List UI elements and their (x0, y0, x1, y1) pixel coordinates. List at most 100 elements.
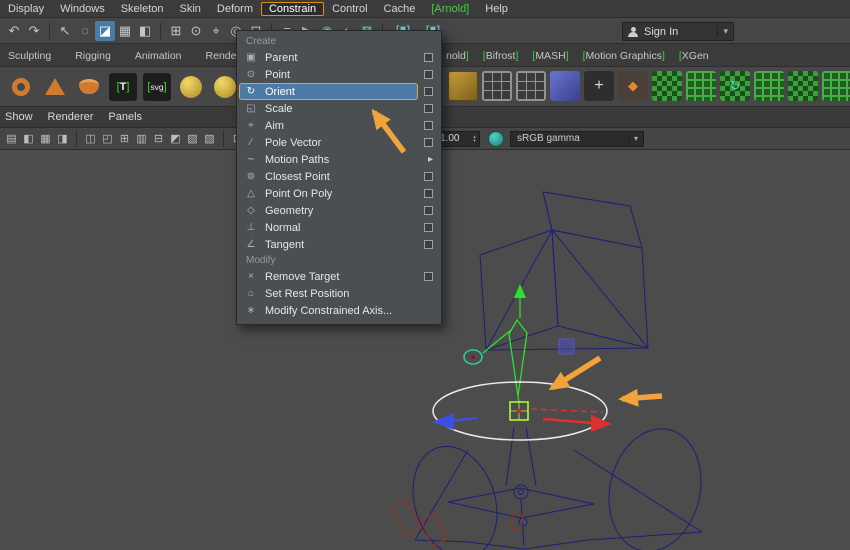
menu-item-modify-constrained-axis[interactable]: ∗ Modify Constrained Axis... (237, 302, 441, 319)
chevron-down-icon[interactable]: ▾ (717, 26, 728, 37)
bookmarks-icon[interactable]: ◨ (54, 132, 71, 145)
snap-to-point-icon[interactable]: ⌖ (206, 21, 226, 41)
option-box[interactable] (424, 223, 433, 232)
camera-attributes-icon[interactable]: ▦ (37, 132, 54, 145)
option-box[interactable] (424, 189, 433, 198)
snap-to-curve-icon[interactable]: ⊙ (186, 21, 206, 41)
shelf-icon-mash-distribute[interactable] (686, 71, 716, 101)
safe-action-icon[interactable]: ▧ (184, 132, 201, 145)
selected-joint[interactable] (510, 402, 528, 420)
shelf-icon-wire-cube[interactable] (516, 71, 546, 101)
menu-help[interactable]: Help (477, 2, 516, 16)
select-tool-icon[interactable]: ↖ (55, 21, 75, 41)
shelf-icon-add-node[interactable]: + (584, 71, 614, 101)
tab-rigging[interactable]: Rigging (75, 50, 111, 62)
two-panes-icon[interactable]: ◰ (99, 132, 116, 145)
shelf-icon-gold-cube[interactable] (448, 71, 478, 101)
shelf-icon-cylinder[interactable] (74, 72, 104, 102)
paint-select-tool-icon[interactable]: ◪ (95, 21, 115, 41)
menu-item-set-rest-position[interactable]: ⌂ Set Rest Position (237, 285, 441, 302)
menu-arnold[interactable]: [Arnold] (423, 2, 477, 16)
select-camera-icon[interactable]: ▤ (3, 132, 20, 145)
shelf-icon-blue-cube[interactable] (550, 71, 580, 101)
menu-item-normal[interactable]: ⊥ Normal (237, 219, 441, 236)
tab-xgen[interactable]: [XGen (679, 50, 709, 62)
menu-section-create: Create (237, 34, 441, 49)
option-box[interactable] (424, 87, 433, 96)
shelf-icon-mash-replicate[interactable]: ↻ (720, 71, 750, 101)
menu-item-remove-target[interactable]: × Remove Target (237, 268, 441, 285)
option-box[interactable] (424, 240, 433, 249)
lock-camera-icon[interactable]: ◧ (20, 132, 37, 145)
shelf-icon-type-tool[interactable]: [T] (108, 72, 138, 102)
menu-item-tangent[interactable]: ∠ Tangent (237, 236, 441, 253)
shelf-icon-torus[interactable] (6, 72, 36, 102)
tab-rendering[interactable]: Rende (206, 50, 237, 62)
resolution-gate-icon[interactable]: ⊟ (150, 132, 167, 145)
tab-animation[interactable]: Animation (135, 50, 182, 62)
panel-menu-show[interactable]: Show (5, 111, 33, 123)
menu-item-point-on-poly[interactable]: △ Point On Poly (237, 185, 441, 202)
spinner-icon[interactable]: ▴▾ (470, 135, 479, 143)
menu-item-geometry[interactable]: ◇ Geometry (237, 202, 441, 219)
menu-display[interactable]: Display (0, 2, 52, 16)
shelf-icon-cone[interactable] (40, 72, 70, 102)
menu-item-pole-vector[interactable]: ∕ Pole Vector (237, 134, 441, 151)
menu-item-parent[interactable]: ▣ Parent (237, 49, 441, 66)
menu-deform[interactable]: Deform (209, 2, 261, 16)
select-component-mode-icon[interactable]: ◧ (135, 21, 155, 41)
image-plane-icon[interactable]: ◫ (82, 132, 99, 145)
menu-item-scale[interactable]: ◱ Scale (237, 100, 441, 117)
view-transform-dropdown[interactable]: sRGB gamma ▾ (510, 131, 644, 147)
tab-bifrost[interactable]: [Bifrost] (483, 50, 519, 62)
shelf-icon-svg-tool[interactable]: [svg] (142, 72, 172, 102)
tab-sculpting[interactable]: Sculpting (8, 50, 51, 62)
lasso-tool-icon[interactable]: ◌ (75, 21, 95, 41)
film-gate-icon[interactable]: ▥ (133, 132, 150, 145)
shelf-icon-lattice[interactable] (482, 71, 512, 101)
menu-item-motion-paths[interactable]: ∼ Motion Paths ▸ (237, 151, 441, 168)
panel-menu-panels[interactable]: Panels (108, 111, 142, 123)
undo-icon[interactable]: ↶ (4, 21, 24, 41)
shelf-icon-mash-checker[interactable] (788, 71, 818, 101)
shelf-icon-orange-set[interactable]: ◆ (618, 71, 648, 101)
spinner-down-icon[interactable]: ▾ (473, 139, 476, 143)
option-box[interactable] (424, 121, 433, 130)
menu-cache[interactable]: Cache (376, 2, 424, 16)
menu-constrain[interactable]: Constrain (261, 2, 324, 16)
option-box[interactable] (424, 272, 433, 281)
menu-item-closest-point[interactable]: ⊚ Closest Point (237, 168, 441, 185)
shelf-icon-mash-signal[interactable] (754, 71, 784, 101)
menu-windows[interactable]: Windows (52, 2, 113, 16)
translate-x-arrow[interactable] (543, 415, 612, 432)
select-object-mode-icon[interactable]: ▦ (115, 21, 135, 41)
option-box[interactable] (424, 53, 433, 62)
grid-icon[interactable]: ⊞ (116, 132, 133, 145)
tab-motion-graphics[interactable]: [Motion Graphics] (583, 50, 665, 62)
safe-title-icon[interactable]: ▨ (201, 132, 218, 145)
sign-in-button[interactable]: Sign In ▾ (622, 22, 734, 41)
menu-skeleton[interactable]: Skeleton (113, 2, 172, 16)
redo-icon[interactable]: ↷ (24, 21, 44, 41)
tab-arnold[interactable]: nold] (446, 50, 469, 62)
option-box[interactable] (424, 104, 433, 113)
tab-mash[interactable]: [MASH] (532, 50, 568, 62)
panel-menu-renderer[interactable]: Renderer (48, 111, 94, 123)
snap-to-grid-icon[interactable]: ⊞ (166, 21, 186, 41)
menu-item-orient[interactable]: ↻ Orient (237, 83, 441, 100)
option-box[interactable] (424, 70, 433, 79)
shelf-icon-mash-grid[interactable] (652, 71, 682, 101)
gate-mask-icon[interactable]: ◩ (167, 132, 184, 145)
menu-item-aim[interactable]: ⌖ Aim (237, 117, 441, 134)
option-box[interactable] (424, 206, 433, 215)
menu-skin[interactable]: Skin (172, 2, 209, 16)
option-box[interactable] (424, 172, 433, 181)
menu-control[interactable]: Control (324, 2, 375, 16)
translate-z-arrow[interactable] (432, 413, 477, 430)
chevron-down-icon[interactable]: ▾ (628, 134, 643, 143)
color-management-icon[interactable] (488, 131, 504, 147)
menu-item-point[interactable]: ⊙ Point (237, 66, 441, 83)
option-box[interactable] (424, 138, 433, 147)
shelf-icon-sphere-1[interactable] (176, 72, 206, 102)
shelf-icon-mash-world[interactable] (822, 71, 850, 101)
